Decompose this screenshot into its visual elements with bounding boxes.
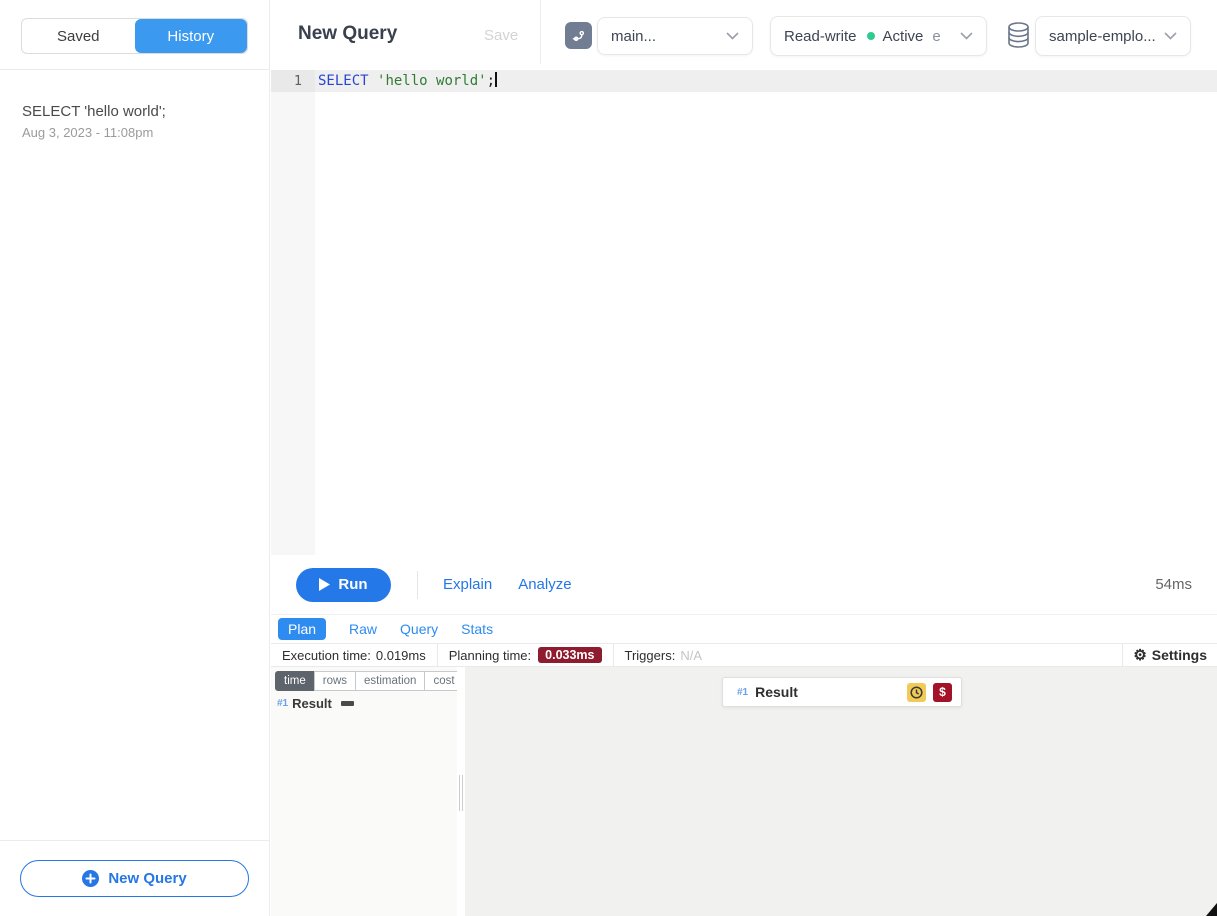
plan-node-index: #1 — [277, 698, 288, 709]
settings-button-label: Settings — [1152, 647, 1207, 663]
connection-mode-value: Read-write — [784, 28, 857, 45]
plan-node-badges: $ — [907, 683, 952, 702]
tab-saved[interactable]: Saved — [22, 19, 135, 53]
play-icon — [319, 578, 330, 591]
sidebar: Saved History SELECT 'hello world'; Aug … — [0, 0, 270, 916]
tab-query[interactable]: Query — [400, 618, 438, 640]
database-select-dropdown[interactable]: sample-emplo... — [1035, 16, 1191, 56]
execution-time-label: Execution time: — [282, 648, 371, 663]
new-query-button[interactable]: New Query — [20, 860, 249, 897]
database-select-value: sample-emplo... — [1049, 28, 1158, 45]
sql-string: 'hello world' — [377, 73, 487, 89]
header-divider — [540, 0, 541, 64]
saved-history-tabs: Saved History — [21, 18, 248, 54]
triggers-label: Triggers: — [625, 648, 676, 663]
plan-stats-bar: Execution time: 0.019ms Planning time: 0… — [271, 643, 1217, 667]
line-number: 1 — [271, 70, 315, 92]
run-button-label: Run — [338, 576, 367, 593]
plan-diagram-canvas[interactable]: #1 Result $ — [465, 667, 1217, 916]
query-duration: 54ms — [1155, 576, 1192, 593]
query-tool-app: Saved History SELECT 'hello world'; Aug … — [0, 0, 1217, 916]
metric-tab-estimation[interactable]: estimation — [355, 671, 425, 691]
sidebar-header: Saved History — [0, 0, 269, 70]
metric-tab-cost[interactable]: cost — [424, 671, 457, 691]
drag-handle-icon — [459, 775, 463, 811]
chevron-down-icon — [726, 32, 739, 40]
branch-icon — [571, 28, 586, 43]
text-caret — [495, 72, 497, 87]
explain-button[interactable]: Explain — [443, 576, 492, 593]
gear-icon: ⚙ — [1133, 648, 1146, 663]
planning-time-stat: Planning time: 0.033ms — [438, 644, 614, 666]
run-button[interactable]: Run — [296, 568, 391, 602]
plan-node-name: Result — [292, 696, 332, 711]
new-query-button-label: New Query — [108, 870, 186, 887]
settings-button[interactable]: ⚙ Settings — [1122, 644, 1217, 666]
history-list: SELECT 'hello world'; Aug 3, 2023 - 11:0… — [0, 70, 269, 840]
planning-time-badge: 0.033ms — [538, 647, 601, 663]
history-list-item[interactable]: SELECT 'hello world'; Aug 3, 2023 - 11:0… — [0, 95, 269, 148]
triggers-value: N/A — [680, 648, 702, 663]
triggers-stat: Triggers: N/A — [614, 644, 713, 666]
main-panel: New Query Save main... — [271, 0, 1217, 916]
chevron-down-icon — [960, 32, 973, 40]
sql-terminator: ; — [487, 73, 495, 89]
history-timestamp: Aug 3, 2023 - 11:08pm — [22, 125, 247, 140]
active-status-dot-icon — [867, 32, 875, 40]
editor-header: New Query Save main... — [271, 0, 1217, 70]
branch-icon-button[interactable] — [565, 22, 592, 49]
panel-resize-divider[interactable] — [457, 667, 465, 916]
tab-raw[interactable]: Raw — [349, 618, 377, 640]
clock-icon — [907, 683, 926, 702]
history-query-text: SELECT 'hello world'; — [22, 103, 247, 120]
plan-node-index: #1 — [737, 687, 748, 698]
tab-stats[interactable]: Stats — [461, 618, 493, 640]
run-bar: Run Explain Analyze 54ms — [271, 555, 1217, 615]
connection-status-value: Active — [883, 28, 924, 45]
connection-status-suffix: e — [932, 28, 940, 45]
plan-tree-row-result[interactable]: #1 Result — [277, 696, 354, 711]
database-icon — [1006, 21, 1031, 50]
execution-time-value: 0.019ms — [376, 648, 426, 663]
connection-mode-dropdown[interactable]: Read-write Active e — [770, 16, 987, 56]
plan-metric-tabs: time rows estimation cost — [275, 671, 457, 691]
tab-history[interactable]: History — [135, 19, 248, 53]
sidebar-footer: New Query — [0, 840, 269, 916]
branch-select-dropdown[interactable]: main... — [597, 17, 753, 55]
planning-time-label: Planning time: — [449, 648, 531, 663]
sql-editor[interactable]: 1 SELECT 'hello world'; — [271, 70, 1217, 555]
metric-tab-rows[interactable]: rows — [314, 671, 356, 691]
plan-duration-bar — [341, 701, 354, 706]
execution-time-stat: Execution time: 0.019ms — [271, 644, 438, 666]
analyze-button[interactable]: Analyze — [518, 576, 571, 593]
plan-area: time rows estimation cost #1 Result #1 — [271, 667, 1217, 916]
plan-tree-panel: time rows estimation cost #1 Result — [271, 667, 457, 916]
plan-diagram-node-result[interactable]: #1 Result $ — [722, 677, 962, 707]
code-line[interactable]: SELECT 'hello world'; — [318, 70, 497, 92]
chevron-down-icon — [1164, 32, 1177, 40]
run-bar-divider — [417, 571, 418, 599]
query-title: New Query — [298, 23, 397, 45]
dollar-icon: $ — [933, 683, 952, 702]
tab-plan[interactable]: Plan — [278, 618, 326, 640]
sql-keyword: SELECT — [318, 73, 369, 89]
results-tabs: Plan Raw Query Stats — [271, 615, 1217, 643]
branch-select-value: main... — [611, 28, 720, 45]
editor-gutter — [271, 70, 315, 555]
plus-circle-icon — [82, 870, 99, 887]
save-button[interactable]: Save — [484, 27, 518, 44]
plan-node-name: Result — [755, 684, 798, 700]
mouse-cursor-artifact — [1206, 903, 1217, 916]
metric-tab-time[interactable]: time — [275, 671, 315, 691]
